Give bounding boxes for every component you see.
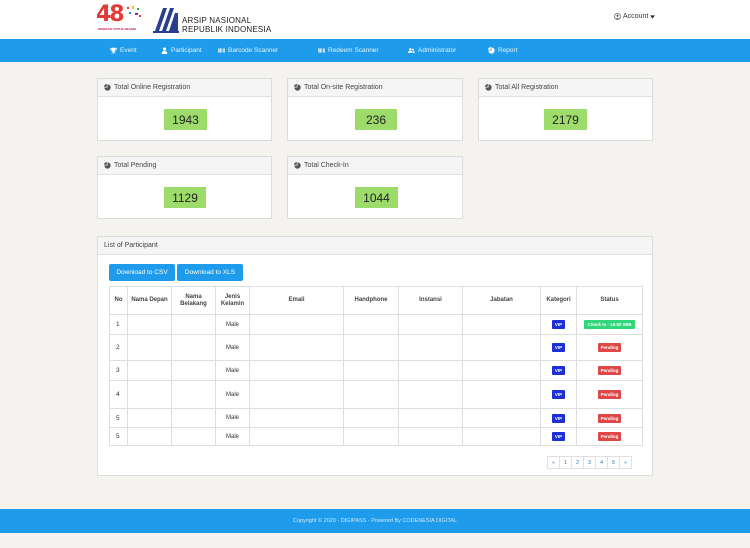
- footer: Copyright © 2020 - DIGIPASS - Powered By…: [0, 509, 750, 533]
- row-number: 3: [109, 360, 128, 381]
- stat-pending: Total Pending 1129: [97, 156, 272, 219]
- stat-title: Total Pending: [114, 162, 157, 169]
- gender-cell: Male: [215, 314, 250, 335]
- caret-down-icon: [650, 14, 656, 19]
- status-badge: Pending: [597, 366, 622, 375]
- column-header[interactable]: Status: [576, 286, 643, 315]
- status-badge: Pending: [597, 432, 622, 441]
- pie-chart-icon: [104, 84, 111, 91]
- row-number: 1: [109, 314, 128, 335]
- category-badge: VIP: [551, 343, 566, 352]
- pie-chart-icon: [104, 162, 111, 169]
- pie-chart-icon: [294, 84, 301, 91]
- row-number: 4: [109, 380, 128, 409]
- account-label: Account: [623, 13, 649, 20]
- page-next[interactable]: »: [619, 456, 632, 469]
- row-number: 5: [109, 408, 128, 428]
- column-header[interactable]: Instansi: [398, 286, 463, 315]
- account-menu[interactable]: Account: [614, 13, 656, 20]
- trophy-icon: [110, 47, 117, 54]
- download-xls-button[interactable]: Download to XLS: [177, 264, 243, 281]
- organization-name: ARSIP NASIONAL REPUBLIK INDONESIA: [182, 16, 272, 34]
- nav-redeem-scanner[interactable]: Redeem Scanner: [318, 39, 379, 62]
- confetti-icon: [127, 6, 141, 17]
- column-header[interactable]: No: [109, 286, 128, 315]
- column-header[interactable]: Kategori: [540, 286, 577, 315]
- stat-value: 1129: [164, 187, 206, 208]
- status-badge: Check In - 19.00 WIB: [584, 320, 635, 329]
- stat-online-registration: Total Online Registration 1943: [97, 78, 272, 141]
- row-number: 5: [109, 427, 128, 446]
- gender-cell: Male: [215, 360, 250, 381]
- stat-title: Total Online Registration: [114, 84, 191, 91]
- top-header: 48 DEDIKASI UNTUK NEGERI ARSIP NASIONAL …: [0, 0, 750, 39]
- nav-administrator[interactable]: Administrator: [408, 39, 456, 62]
- stat-title: Total Check-In: [304, 162, 349, 169]
- stat-all-registration: Total All Registration 2179: [478, 78, 653, 141]
- status-badge: Pending: [597, 413, 622, 423]
- column-header[interactable]: Jabatan: [462, 286, 541, 315]
- stat-check-in: Total Check-In 1044: [287, 156, 463, 219]
- stat-value: 2179: [544, 109, 587, 130]
- stat-value: 1044: [355, 187, 398, 208]
- category-badge: VIP: [551, 320, 566, 329]
- category-badge: VIP: [551, 390, 566, 399]
- nav-barcode-scanner[interactable]: Barcode Scanner: [218, 39, 278, 62]
- user-icon: [161, 47, 168, 54]
- category-badge: VIP: [551, 366, 566, 375]
- barcode-icon: [318, 48, 325, 53]
- main-navbar: Event Participant Barcode Scanner Redeem…: [0, 39, 750, 62]
- table-header-row: No Nama Depan Nama Belakang Jenis Kelami…: [109, 286, 643, 315]
- table-row[interactable]: 5 Male VIP Pending: [109, 408, 643, 428]
- stat-title: Total On-site Registration: [304, 84, 383, 91]
- user-circle-icon: [614, 13, 621, 20]
- category-badge: VIP: [551, 432, 566, 441]
- nav-event[interactable]: Event: [110, 39, 137, 62]
- participant-list-title: List of Participant: [98, 237, 652, 255]
- table-row[interactable]: 2 Male VIP Pending: [109, 334, 643, 361]
- users-icon: [408, 48, 415, 53]
- nav-report[interactable]: Report: [488, 39, 518, 62]
- stat-onsite-registration: Total On-site Registration 236: [287, 78, 463, 141]
- table-row[interactable]: 4 Male VIP Pending: [109, 380, 643, 409]
- column-header[interactable]: Jenis Kelamin: [215, 286, 250, 315]
- pie-chart-icon: [488, 47, 495, 54]
- anniversary-logo: 48 DEDIKASI UNTUK NEGERI: [96, 2, 144, 34]
- logo-tagline: DEDIKASI UNTUK NEGERI: [98, 27, 137, 31]
- column-header[interactable]: Email: [249, 286, 344, 315]
- column-header[interactable]: Handphone: [343, 286, 399, 315]
- footer-copyright: Copyright © 2020 - DIGIPASS - Powered By…: [292, 518, 458, 524]
- participant-table: No Nama Depan Nama Belakang Jenis Kelami…: [109, 286, 643, 446]
- pie-chart-icon: [294, 162, 301, 169]
- table-row[interactable]: 3 Male VIP Pending: [109, 360, 643, 381]
- gender-cell: Male: [215, 408, 250, 428]
- status-badge: Pending: [597, 390, 622, 399]
- column-header[interactable]: Nama Depan: [127, 286, 172, 315]
- logo-number: 48: [96, 2, 125, 27]
- barcode-icon: [218, 48, 225, 53]
- table-row[interactable]: 5 Male VIP Pending: [109, 427, 643, 446]
- download-csv-button[interactable]: Download to CSV: [109, 264, 175, 281]
- gender-cell: Male: [215, 334, 250, 361]
- table-row[interactable]: 1 Male VIP Check In - 19.00 WIB: [109, 314, 643, 335]
- status-badge: Pending: [597, 343, 622, 352]
- anri-logo-icon: [153, 8, 179, 33]
- stat-value: 236: [355, 109, 397, 130]
- pagination: « 1 2 3 4 5 »: [547, 456, 632, 469]
- pie-chart-icon: [485, 84, 492, 91]
- category-badge: VIP: [551, 413, 566, 423]
- gender-cell: Male: [215, 380, 250, 409]
- nav-participant[interactable]: Participant: [161, 39, 202, 62]
- row-number: 2: [109, 334, 128, 361]
- stat-title: Total All Registration: [495, 84, 559, 91]
- gender-cell: Male: [215, 427, 250, 446]
- column-header[interactable]: Nama Belakang: [171, 286, 216, 315]
- stat-value: 1943: [164, 109, 207, 130]
